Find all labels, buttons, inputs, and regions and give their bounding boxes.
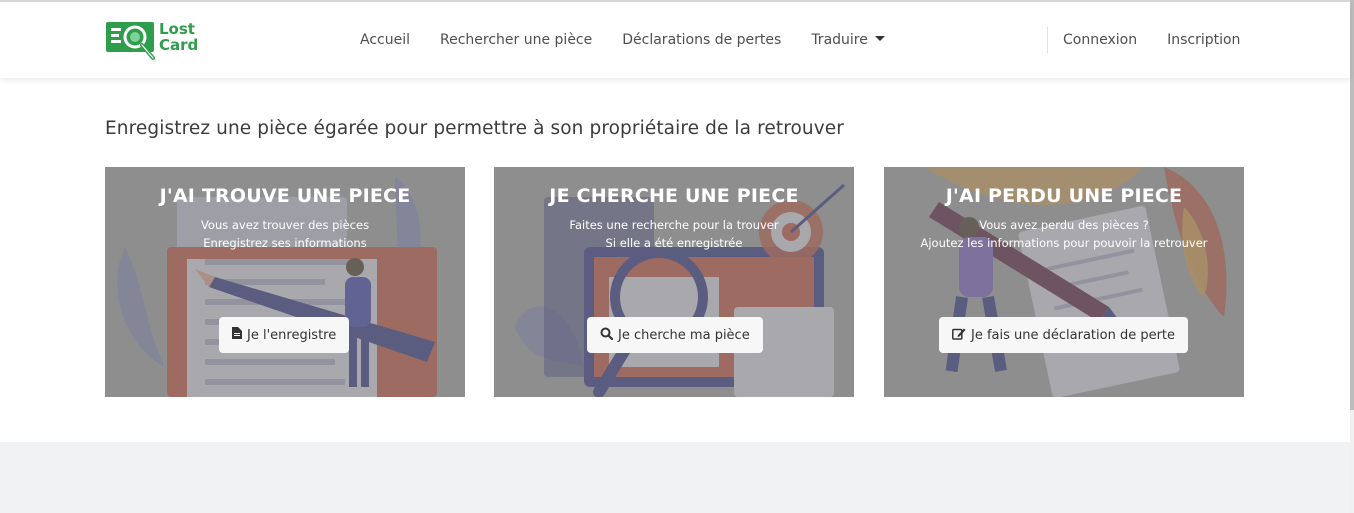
declare-loss-button-label: Je fais une déclaration de perte [971, 327, 1176, 343]
document-icon [232, 327, 242, 343]
nav-traduire-dropdown[interactable]: Traduire [796, 32, 900, 48]
traduire-label: Traduire [811, 32, 868, 48]
search-piece-button[interactable]: Je cherche ma pièce [587, 317, 763, 353]
nav-inscription[interactable]: Inscription [1152, 32, 1255, 48]
nav-connexion[interactable]: Connexion [1048, 32, 1152, 48]
declare-loss-button[interactable]: Je fais une déclaration de perte [939, 317, 1189, 353]
edit-icon [952, 327, 966, 344]
card-subtitle-1: Faites une recherche pour la trouver [569, 218, 779, 232]
logo-text: Lost Card [159, 21, 198, 53]
auth-nav: Connexion Inscription [1048, 2, 1255, 78]
card-title: JE CHERCHE UNE PIECE [549, 185, 799, 207]
logo-line2: Card [159, 36, 199, 54]
card-subtitle-2: Enregistrez ses informations [203, 236, 367, 250]
card-title: J'AI TROUVE UNE PIECE [159, 185, 411, 207]
magnifier-card-icon [106, 22, 155, 60]
register-button[interactable]: Je l'enregistre [219, 317, 350, 353]
card-search-piece: JE CHERCHE UNE PIECE Faites une recherch… [494, 167, 854, 397]
page-heading: Enregistrez une pièce égarée pour permet… [105, 118, 844, 139]
logo-line1: Lost [159, 20, 195, 38]
card-found-piece: J'AI TROUVE UNE PIECE Vous avez trouver … [105, 167, 465, 397]
caret-down-icon [874, 36, 885, 41]
nav-rechercher-piece[interactable]: Rechercher une pièce [425, 32, 607, 48]
search-piece-button-label: Je cherche ma pièce [618, 327, 750, 343]
scrollbar-thumb[interactable] [1350, 0, 1354, 410]
main-nav: Accueil Rechercher une pièce Déclaration… [345, 2, 900, 78]
card-subtitle-1: Vous avez perdu des pièces ? [979, 218, 1149, 232]
register-button-label: Je l'enregistre [247, 327, 337, 343]
card-lost-piece: J'AI PERDU UNE PIECE Vous avez perdu des… [884, 167, 1244, 397]
card-title: J'AI PERDU UNE PIECE [945, 185, 1183, 207]
vertical-scrollbar[interactable] [1350, 0, 1354, 513]
logo[interactable]: Lost Card [105, 20, 205, 62]
search-icon [600, 327, 614, 344]
main-content: Enregistrez une pièce égarée pour permet… [0, 78, 1350, 442]
navbar: Lost Card Accueil Rechercher une pièce D… [0, 2, 1350, 78]
card-subtitle-2: Si elle a été enregistrée [605, 236, 743, 250]
card-subtitle-1: Vous avez trouver des pièces [200, 218, 370, 232]
card-subtitle-2: Ajoutez les informations pour pouvoir la… [920, 236, 1208, 250]
nav-declarations-pertes[interactable]: Déclarations de pertes [607, 32, 796, 48]
nav-accueil[interactable]: Accueil [345, 32, 425, 48]
